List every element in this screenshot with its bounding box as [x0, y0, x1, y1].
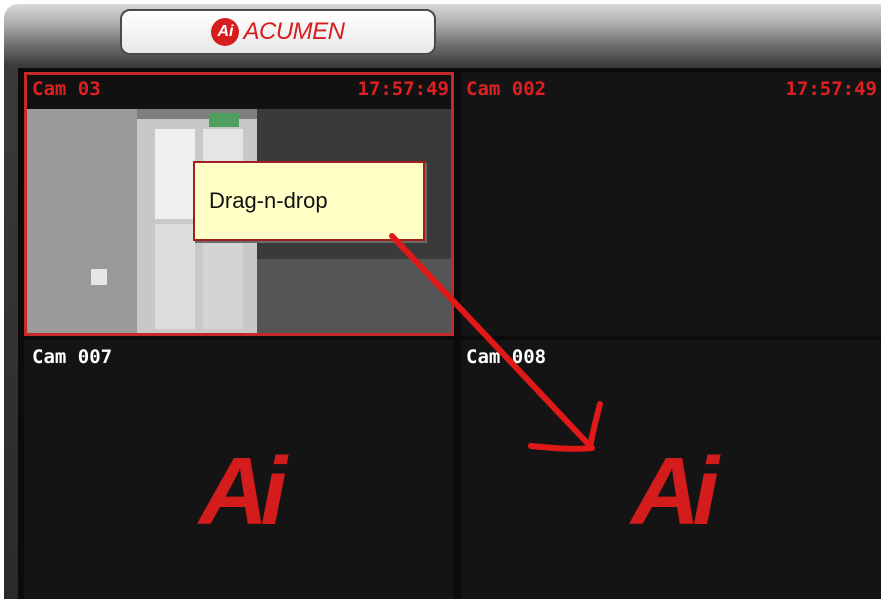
acumen-logo-icon: Ai	[211, 18, 240, 46]
brand-tab: Ai ACUMEN	[120, 9, 436, 55]
camera-timestamp: 17:57:49	[357, 78, 449, 100]
camera-name: Cam 002	[466, 78, 547, 100]
camera-name: Cam 03	[32, 78, 101, 100]
tooltip-text: Drag-n-drop	[209, 188, 328, 213]
camera-timestamp: 17:57:49	[785, 78, 877, 100]
camera-tile-4[interactable]: Cam 008 Ai	[461, 340, 881, 599]
ai-logo-icon: Ai	[199, 437, 287, 545]
brand-name: ACUMEN	[243, 18, 345, 45]
camera-name: Cam 008	[466, 346, 547, 368]
camera-tile-2[interactable]: Cam 002 17:57:49	[461, 72, 881, 336]
ai-logo-icon: Ai	[631, 437, 719, 545]
app-window: Ai ACUMEN Cam 03 17:57:49 Cam 002 17:57:…	[4, 4, 881, 599]
camera-grid: Cam 03 17:57:49 Cam 002 17:57:49 Cam 007…	[18, 68, 881, 599]
camera-name: Cam 007	[32, 346, 113, 368]
drag-hint-tooltip: Drag-n-drop	[193, 161, 425, 241]
camera-tile-3[interactable]: Cam 007 Ai	[24, 340, 454, 599]
